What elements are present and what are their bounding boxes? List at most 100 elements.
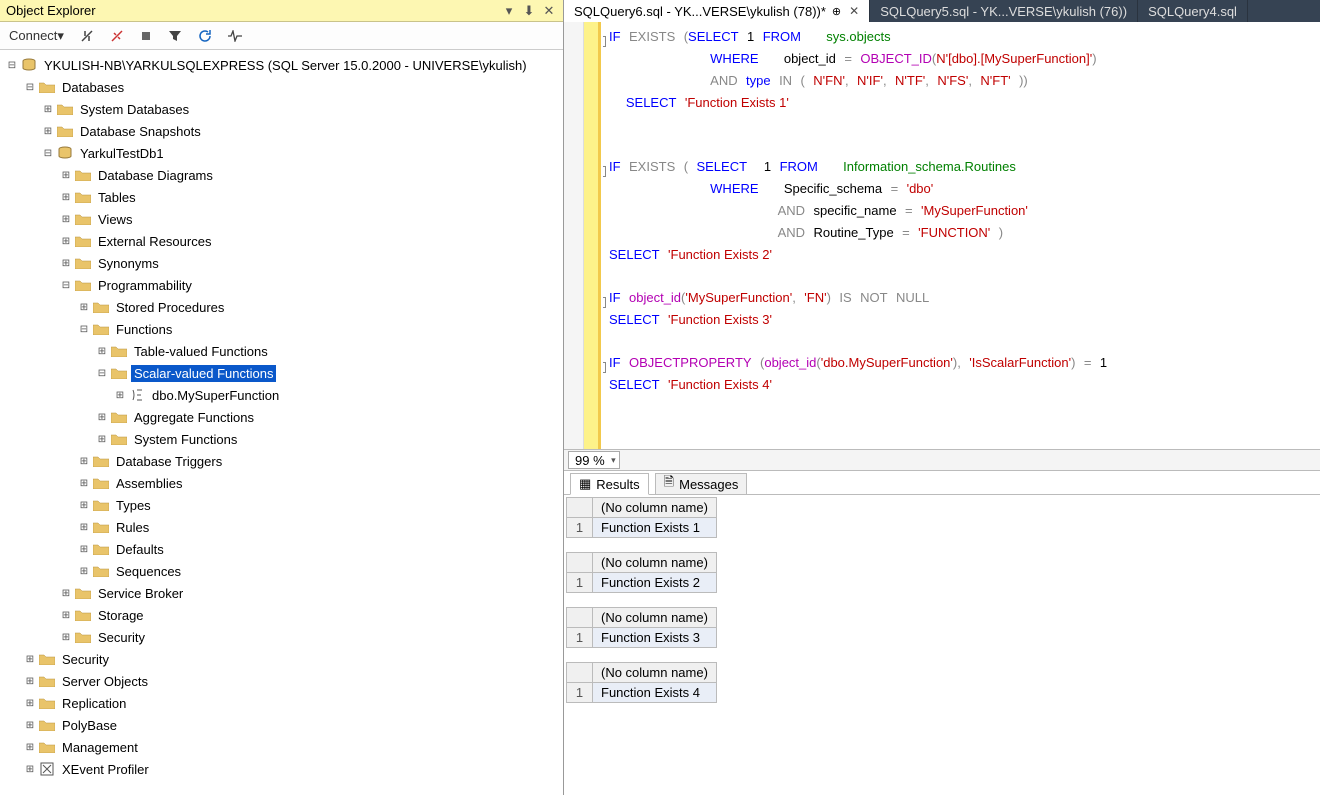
expand-icon[interactable]: ⊞: [22, 717, 38, 733]
collapse-icon[interactable]: ⊟: [40, 145, 56, 161]
tree-mysuperfunction[interactable]: ⊞dbo.MySuperFunction: [0, 384, 563, 406]
dropdown-icon[interactable]: ▾: [501, 3, 517, 19]
folder-icon: [92, 453, 110, 469]
tree-service-broker[interactable]: ⊞Service Broker: [0, 582, 563, 604]
tree-replication[interactable]: ⊞Replication: [0, 692, 563, 714]
pin-icon[interactable]: ⬇: [521, 3, 537, 19]
expand-icon[interactable]: ⊞: [22, 673, 38, 689]
tree-diagrams[interactable]: ⊞Database Diagrams: [0, 164, 563, 186]
tree-database-triggers[interactable]: ⊞Database Triggers: [0, 450, 563, 472]
expand-icon[interactable]: ⊞: [58, 189, 74, 205]
result-cell[interactable]: Function Exists 4: [593, 683, 717, 703]
column-header[interactable]: (No column name): [593, 498, 717, 518]
folder-icon: [92, 475, 110, 491]
collapse-icon[interactable]: ⊟: [4, 57, 20, 73]
tree-scalar-valued-functions[interactable]: ⊟Scalar-valued Functions: [0, 362, 563, 384]
result-cell[interactable]: Function Exists 1: [593, 518, 717, 538]
tree-assemblies[interactable]: ⊞Assemblies: [0, 472, 563, 494]
expand-icon[interactable]: ⊞: [58, 629, 74, 645]
expand-icon[interactable]: ⊞: [58, 167, 74, 183]
expand-icon[interactable]: ⊞: [76, 453, 92, 469]
tab-results[interactable]: ▦Results: [570, 473, 649, 495]
tree-views[interactable]: ⊞Views: [0, 208, 563, 230]
expand-icon[interactable]: ⊞: [94, 431, 110, 447]
tree-rules[interactable]: ⊞Rules: [0, 516, 563, 538]
refresh-icon[interactable]: [195, 25, 215, 47]
close-icon[interactable]: ✕: [541, 3, 557, 19]
tree-server[interactable]: ⊟YKULISH-NB\YARKULSQLEXPRESS (SQL Server…: [0, 54, 563, 76]
tree-testdb[interactable]: ⊟YarkulTestDb1: [0, 142, 563, 164]
expand-icon[interactable]: ⊞: [94, 343, 110, 359]
expand-icon[interactable]: ⊞: [40, 101, 56, 117]
tree-stored-procedures[interactable]: ⊞Stored Procedures: [0, 296, 563, 318]
expand-icon[interactable]: ⊞: [22, 739, 38, 755]
zoom-dropdown[interactable]: 99 %: [568, 451, 620, 469]
tree-xevent-profiler[interactable]: ⊞XEvent Profiler: [0, 758, 563, 780]
expand-icon[interactable]: ⊞: [76, 497, 92, 513]
collapse-icon[interactable]: ⊟: [58, 277, 74, 293]
expand-icon[interactable]: ⊞: [94, 409, 110, 425]
tree-polybase[interactable]: ⊞PolyBase: [0, 714, 563, 736]
expand-icon[interactable]: ⊞: [76, 299, 92, 315]
disconnect-icon[interactable]: [77, 25, 97, 47]
connect-button[interactable]: Connect ▾: [6, 25, 67, 47]
tab-sqlquery4[interactable]: SQLQuery4.sql: [1138, 0, 1248, 22]
expand-icon[interactable]: ⊞: [76, 475, 92, 491]
tree-functions[interactable]: ⊟Functions: [0, 318, 563, 340]
results-panel[interactable]: (No column name) 1 Function Exists 1 (No …: [564, 495, 1320, 795]
expand-icon[interactable]: ⊞: [58, 211, 74, 227]
tree-system-functions[interactable]: ⊞System Functions: [0, 428, 563, 450]
tree-tables[interactable]: ⊞Tables: [0, 186, 563, 208]
expand-icon[interactable]: ⊞: [58, 607, 74, 623]
xevent-icon: [38, 761, 56, 777]
tree-databases[interactable]: ⊟Databases: [0, 76, 563, 98]
tree-system-databases[interactable]: ⊞System Databases: [0, 98, 563, 120]
close-tab-icon[interactable]: ✕: [849, 4, 859, 18]
column-header[interactable]: (No column name): [593, 608, 717, 628]
expand-icon[interactable]: ⊞: [22, 761, 38, 777]
tree-database-snapshots[interactable]: ⊞Database Snapshots: [0, 120, 563, 142]
tab-sqlquery6[interactable]: SQLQuery6.sql - YK...VERSE\ykulish (78))…: [564, 0, 870, 22]
tree-db-security[interactable]: ⊞Security: [0, 626, 563, 648]
expand-icon[interactable]: ⊞: [58, 585, 74, 601]
row-number: 1: [567, 683, 593, 703]
sql-editor[interactable]: IF EXISTS (SELECT 1 FROM sys.objects WHE…: [564, 22, 1320, 449]
tree-external-resources[interactable]: ⊞External Resources: [0, 230, 563, 252]
tree-sequences[interactable]: ⊞Sequences: [0, 560, 563, 582]
sql-code[interactable]: IF EXISTS (SELECT 1 FROM sys.objects WHE…: [603, 22, 1320, 449]
expand-icon[interactable]: ⊞: [76, 541, 92, 557]
expand-icon[interactable]: ⊞: [76, 563, 92, 579]
expand-icon[interactable]: ⊞: [22, 695, 38, 711]
column-header[interactable]: (No column name): [593, 553, 717, 573]
expand-icon[interactable]: ⊞: [22, 651, 38, 667]
tree-programmability[interactable]: ⊟Programmability: [0, 274, 563, 296]
expand-icon[interactable]: ⊞: [40, 123, 56, 139]
stop-icon[interactable]: [137, 25, 155, 47]
activity-icon[interactable]: [225, 25, 247, 47]
tab-sqlquery5[interactable]: SQLQuery5.sql - YK...VERSE\ykulish (76)): [870, 0, 1138, 22]
expand-icon[interactable]: ⊞: [58, 233, 74, 249]
tree-defaults[interactable]: ⊞Defaults: [0, 538, 563, 560]
tree-table-valued-functions[interactable]: ⊞Table-valued Functions: [0, 340, 563, 362]
tree-security[interactable]: ⊞Security: [0, 648, 563, 670]
tree-server-objects[interactable]: ⊞Server Objects: [0, 670, 563, 692]
tree-synonyms[interactable]: ⊞Synonyms: [0, 252, 563, 274]
tree-types[interactable]: ⊞Types: [0, 494, 563, 516]
collapse-icon[interactable]: ⊟: [76, 321, 92, 337]
collapse-icon[interactable]: ⊟: [22, 79, 38, 95]
expand-icon[interactable]: ⊞: [58, 255, 74, 271]
result-cell[interactable]: Function Exists 2: [593, 573, 717, 593]
collapse-icon[interactable]: ⊟: [94, 365, 110, 381]
expand-icon[interactable]: ⊞: [76, 519, 92, 535]
filter-icon[interactable]: [165, 25, 185, 47]
column-header[interactable]: (No column name): [593, 663, 717, 683]
tab-messages[interactable]: 🗎Messages: [655, 473, 748, 495]
tree-storage[interactable]: ⊞Storage: [0, 604, 563, 626]
tree-management[interactable]: ⊞Management: [0, 736, 563, 758]
result-cell[interactable]: Function Exists 3: [593, 628, 717, 648]
object-explorer-tree[interactable]: ⊟YKULISH-NB\YARKULSQLEXPRESS (SQL Server…: [0, 50, 563, 795]
tree-aggregate-functions[interactable]: ⊞Aggregate Functions: [0, 406, 563, 428]
pin-icon[interactable]: ⊕: [832, 5, 841, 18]
disconnect-all-icon[interactable]: [107, 25, 127, 47]
expand-icon[interactable]: ⊞: [112, 387, 128, 403]
